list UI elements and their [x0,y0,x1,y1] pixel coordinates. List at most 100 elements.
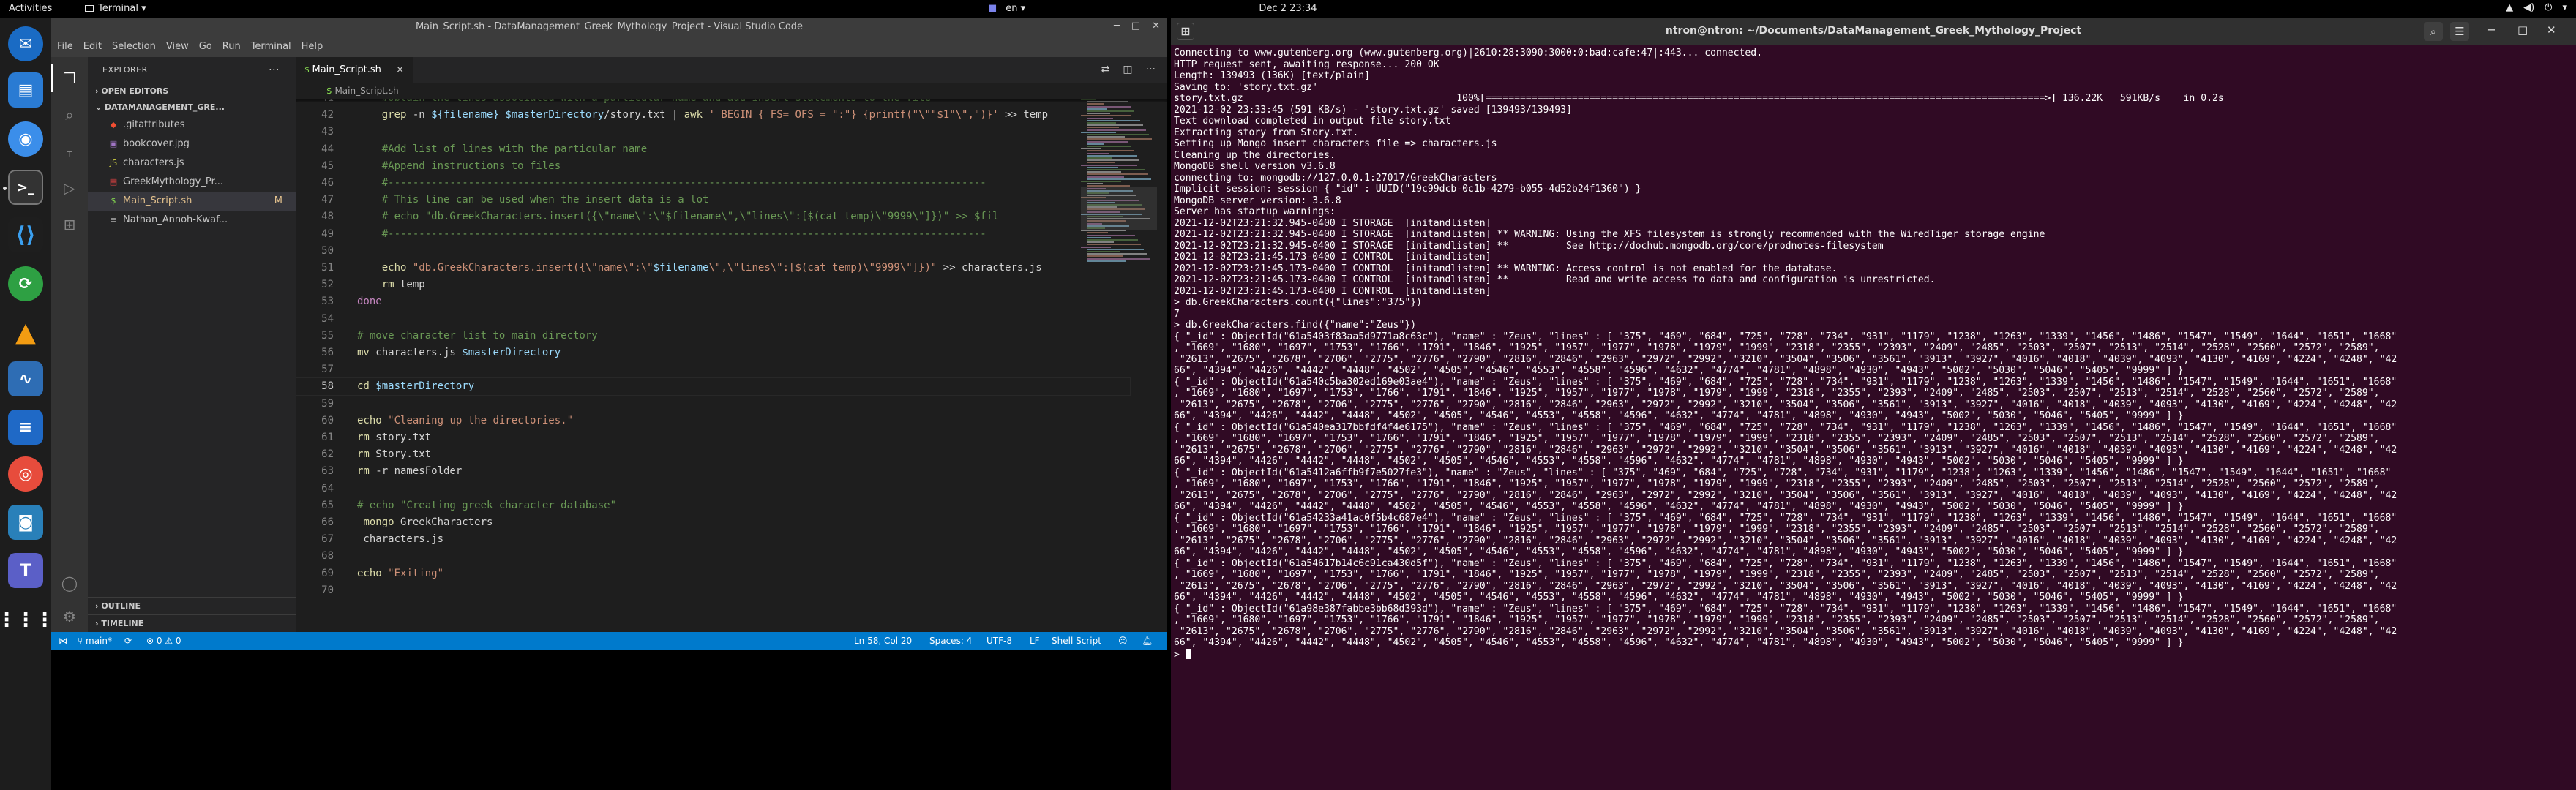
dock-writer-icon[interactable]: ≡ [8,410,43,445]
maximize-button[interactable]: □ [1131,20,1140,31]
code-line[interactable]: 52 rm temp [296,276,1130,293]
code-line[interactable]: 54 [296,311,1130,328]
end-of-line[interactable]: LF [1030,632,1040,650]
code-line[interactable]: 47 # This line can be used when the inse… [296,192,1130,208]
menu-go[interactable]: Go [199,41,212,52]
code-line[interactable]: 43 [296,124,1130,140]
settings-gear-icon[interactable]: ⚙ [60,607,79,626]
minimize-button[interactable]: ─ [1114,20,1120,31]
source-control-icon[interactable]: ⑂ [60,142,79,161]
minimize-button[interactable]: ─ [2488,23,2495,37]
code-line[interactable]: 60 echo "Cleaning up the directories." [296,413,1130,429]
hamburger-menu-icon[interactable]: ☰ [2450,22,2469,41]
indentation[interactable]: Spaces: 4 [929,632,972,650]
cursor-position[interactable]: Ln 58, Col 20 [854,632,912,650]
extensions-icon[interactable]: ⊞ [60,215,79,234]
feedback-icon[interactable]: ☺ [1118,632,1128,650]
dock-vscode-icon[interactable]: ⟨⟩ [8,217,43,252]
code-line[interactable]: 45 #Append instructions to files [296,158,1130,175]
workspace-folder[interactable]: ⌄ DATAMANAGEMENT_GRE... [88,99,296,116]
code-line[interactable]: 69 echo "Exiting" [296,565,1130,582]
tab-main-script[interactable]: $ Main_Script.sh × [296,57,413,83]
code-line[interactable]: 44 #Add list of lines with the particula… [296,141,1130,158]
code-line[interactable]: 68 [296,548,1130,565]
problems-indicator[interactable]: ⊗ 0 ⚠ 0 [146,632,181,650]
minimap[interactable] [1081,99,1157,632]
notifications-icon[interactable]: 🔔︎ [1142,632,1153,650]
code-line[interactable]: 70 [296,582,1130,599]
code-line[interactable]: 61 rm story.txt [296,429,1130,446]
app-menu-terminal[interactable]: Terminal ▾ [85,3,146,14]
file-item[interactable]: JS characters.js [88,154,296,173]
dock-teams-icon[interactable]: T [8,553,43,588]
maximize-button[interactable]: □ [2517,23,2528,37]
teams-tray-icon[interactable]: ■ [988,3,997,14]
menu-edit[interactable]: Edit [83,41,102,52]
close-button[interactable]: ✕ [2547,23,2556,37]
lang-indicator[interactable]: en ▾ [1006,3,1025,14]
menu-help[interactable]: Help [302,41,323,52]
code-line[interactable]: 65 # echo "Creating greek character datab… [296,497,1130,514]
code-line[interactable]: 56 mv characters.js $masterDirectory [296,345,1130,361]
dock-updater-icon[interactable]: ⟳ [8,266,43,301]
code-line[interactable]: 49 #------------------------------------… [296,226,1130,243]
code-line[interactable]: 67 characters.js [296,531,1130,548]
file-item[interactable]: ◆ .gitattributes [88,116,296,135]
terminal-output[interactable]: Connecting to www.gutenberg.org (www.gut… [1171,45,2566,790]
explorer-icon[interactable]: ❐ [51,64,79,92]
search-icon[interactable]: ⌕ [2424,22,2443,41]
code-line[interactable]: 57 [296,361,1130,378]
file-item[interactable]: ▣ bookcover.jpg [88,135,296,154]
breadcrumb[interactable]: $ Main_Script.sh [296,83,1167,99]
activities-button[interactable]: Activities [9,3,52,14]
outline-section[interactable]: › OUTLINE [88,597,296,614]
timeline-section[interactable]: › TIMELINE [88,614,296,632]
menu-terminal[interactable]: Terminal [251,41,291,52]
code-line[interactable]: 63 rm -r namesFolder [296,463,1130,480]
dock-monitor-icon[interactable]: ∿ [8,361,43,396]
menu-view[interactable]: View [166,41,189,52]
code-line[interactable]: 50 [296,243,1130,260]
dock-screenshot-icon[interactable]: ◙ [8,505,43,540]
dock-vlc-icon[interactable]: ▲ [8,315,43,350]
vscode-titlebar[interactable]: Main_Script.sh - DataManagement_Greek_My… [51,18,1167,35]
close-button[interactable]: ✕ [1152,20,1160,31]
terminal-headerbar[interactable]: ⊞ ntron@ntron: ~/Documents/DataManagemen… [1171,18,2576,45]
language-mode[interactable]: Shell Script [1052,632,1101,650]
file-item[interactable]: $ Main_Script.sh M [88,192,296,211]
code-editor[interactable]: 41 #Obtain the lines associated with a p… [296,99,1167,632]
code-line[interactable]: 58 cd $masterDirectory [296,377,1131,396]
code-line[interactable]: 42 grep -n ${filename} $masterDirectory/… [296,107,1130,124]
search-icon[interactable]: ⌕ [60,105,79,124]
code-line[interactable]: 66 mongo GreekCharacters [296,514,1130,531]
code-line[interactable]: 55 # move character list to main director… [296,328,1130,345]
file-item[interactable]: ▤ GreekMythology_Pr... [88,173,296,192]
more-actions-icon[interactable]: ··· [1146,64,1156,75]
menu-file[interactable]: File [57,41,73,52]
remote-icon[interactable]: ⋈ [59,632,67,650]
dock-help-icon[interactable]: ◎ [8,456,43,492]
clock[interactable]: Dec 2 23:34 [1208,3,1368,14]
dock-terminal-icon[interactable]: >_ [3,170,43,205]
dock-chromium-icon[interactable]: ◉ [8,121,43,157]
dock-thunderbird-icon[interactable]: ✉ [8,26,43,61]
close-tab-icon[interactable]: × [396,57,404,83]
system-menu[interactable]: ▲ ◀) ⏻ ▾ [2506,2,2567,13]
show-applications-icon[interactable]: ⋮⋮⋮ [0,603,54,638]
terminal-scrollbar[interactable] [2569,47,2575,786]
branch-indicator[interactable]: ⑂ main* [78,632,112,650]
open-changes-icon[interactable]: ⇄ [1101,64,1110,75]
code-line[interactable]: 46 #------------------------------------… [296,175,1130,192]
code-line[interactable]: 51 echo "db.GreekCharacters.insert({\"na… [296,260,1130,276]
open-editors-section[interactable]: › OPEN EDITORS [88,83,296,99]
minimap-slider[interactable] [1081,187,1157,230]
split-editor-icon[interactable]: ◫ [1123,64,1132,75]
more-actions-icon[interactable]: ··· [269,57,280,83]
code-line[interactable]: 62 rm Story.txt [296,446,1130,463]
sync-icon[interactable]: ⟳ [124,632,132,650]
account-icon[interactable]: ◯ [60,573,79,592]
menu-selection[interactable]: Selection [112,41,156,52]
code-line[interactable]: 64 [296,481,1130,497]
code-line[interactable]: 59 [296,396,1130,413]
run-debug-icon[interactable]: ▷ [60,178,79,198]
